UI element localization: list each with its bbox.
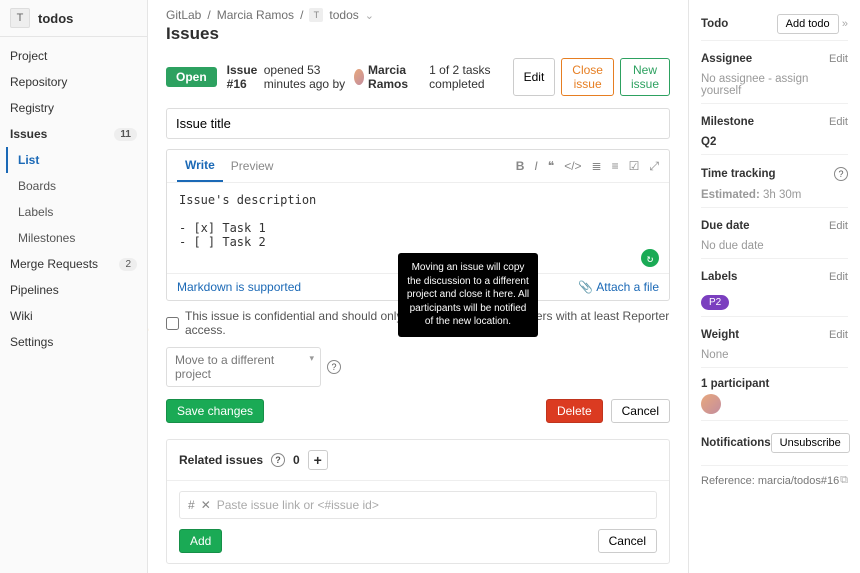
weight-label: Weight: [701, 329, 739, 341]
page-title: Issues: [166, 24, 670, 44]
editor-toolbar: B I ❝ </> ≣ ≡ ☑ ⤢: [516, 159, 659, 174]
crumb-user[interactable]: Marcia Ramos: [217, 8, 294, 22]
nav-project[interactable]: Project: [0, 43, 147, 69]
weight-edit[interactable]: Edit: [829, 329, 848, 341]
related-issues-panel: Related issues ? 0 + # ✕ Paste issue lin…: [166, 439, 670, 564]
task-icon[interactable]: ☑: [629, 159, 640, 174]
help-icon[interactable]: ?: [834, 167, 848, 181]
sidebar-header: T todos: [0, 0, 147, 37]
hash-icon: #: [188, 498, 195, 512]
weight-value: None: [701, 347, 848, 361]
nav-settings[interactable]: Settings: [0, 329, 147, 355]
issue-title-input[interactable]: [166, 108, 670, 139]
nav-repository[interactable]: Repository: [0, 69, 147, 95]
due-value: No due date: [701, 238, 848, 252]
right-sidebar: Todo Add todo » Assignee Edit No assignee…: [688, 0, 860, 573]
nav-issues-milestones[interactable]: Milestones: [8, 225, 147, 251]
edit-button[interactable]: Edit: [513, 58, 556, 96]
paperclip-icon: 📎: [578, 280, 593, 294]
tab-write[interactable]: Write: [177, 150, 223, 182]
related-input[interactable]: # ✕ Paste issue link or <#issue id>: [179, 491, 657, 519]
attach-file-link[interactable]: 📎 Attach a file: [578, 280, 659, 294]
nav-wiki[interactable]: Wiki: [0, 303, 147, 329]
author-avatar: [354, 69, 364, 85]
fullscreen-icon[interactable]: ⤢: [649, 159, 659, 174]
unsubscribe-button[interactable]: Unsubscribe: [771, 433, 850, 453]
participant-avatar[interactable]: [701, 394, 721, 414]
labels-label: Labels: [701, 271, 737, 283]
reference-value: marcia/todos#16: [758, 475, 839, 487]
crumb-project[interactable]: todos: [329, 8, 358, 22]
add-todo-button[interactable]: Add todo: [777, 14, 839, 34]
cancel-button[interactable]: Cancel: [611, 399, 670, 423]
form-actions: Save changes Delete Cancel: [166, 399, 670, 423]
participants-label: 1 participant: [701, 374, 848, 394]
milestone-value: Q2: [701, 134, 848, 148]
quote-icon[interactable]: ❝: [548, 159, 554, 174]
move-project-select[interactable]: Move to a different project: [166, 347, 321, 387]
nav-registry[interactable]: Registry: [0, 95, 147, 121]
related-title: Related issues: [179, 453, 263, 467]
nav-pipelines[interactable]: Pipelines: [0, 277, 147, 303]
nav-issues-labels[interactable]: Labels: [8, 199, 147, 225]
assignee-label: Assignee: [701, 53, 752, 65]
bold-icon[interactable]: B: [516, 159, 525, 174]
mr-count-badge: 2: [119, 258, 137, 271]
project-avatar: T: [10, 8, 30, 28]
related-count: 0: [293, 453, 300, 467]
collapse-icon[interactable]: »: [842, 18, 848, 30]
labels-edit[interactable]: Edit: [829, 271, 848, 283]
sidebar: T todos Project Repository Registry Issu…: [0, 0, 148, 573]
milestone-label: Milestone: [701, 116, 754, 128]
add-related-button[interactable]: +: [308, 450, 328, 470]
issue-header: Open Issue #16 opened 53 minutes ago by …: [166, 58, 670, 96]
help-icon[interactable]: ?: [327, 360, 341, 374]
move-tooltip: Moving an issue will copy the discussion…: [398, 253, 538, 337]
tracking-value: Estimated: 3h 30m: [701, 187, 848, 201]
issues-count-badge: 11: [114, 128, 137, 141]
status-badge: Open: [166, 67, 217, 87]
issue-meta: Issue #16 opened 53 minutes ago by Marci…: [227, 63, 503, 91]
milestone-edit[interactable]: Edit: [829, 116, 848, 128]
list-ul-icon[interactable]: ≣: [592, 159, 602, 174]
main-content: GitLab / Marcia Ramos / T todos ⌄ Issues…: [148, 0, 688, 573]
assignee-edit[interactable]: Edit: [829, 53, 848, 65]
due-label: Due date: [701, 220, 750, 232]
nav-issues-boards[interactable]: Boards: [8, 173, 147, 199]
breadcrumb: GitLab / Marcia Ramos / T todos ⌄: [166, 8, 670, 22]
chevron-down-icon[interactable]: ⌄: [365, 9, 374, 22]
clear-icon[interactable]: ✕: [201, 498, 211, 512]
move-row: Move to a different project ?: [166, 347, 670, 387]
delete-button[interactable]: Delete: [546, 399, 603, 423]
code-icon[interactable]: </>: [564, 159, 581, 174]
list-ol-icon[interactable]: ≡: [612, 159, 619, 174]
issues-subnav: List Boards Labels Milestones: [0, 147, 147, 251]
label-chip[interactable]: P2: [701, 295, 729, 310]
confidential-checkbox[interactable]: [166, 317, 179, 330]
copy-icon[interactable]: ⧉: [840, 474, 848, 487]
crumb-gitlab[interactable]: GitLab: [166, 8, 201, 22]
help-icon[interactable]: ?: [271, 453, 285, 467]
tab-preview[interactable]: Preview: [223, 151, 282, 181]
tracking-label: Time tracking: [701, 168, 776, 180]
nav-issues-list[interactable]: List: [6, 147, 147, 173]
refresh-icon[interactable]: ↻: [641, 249, 659, 267]
italic-icon[interactable]: I: [534, 159, 537, 174]
due-edit[interactable]: Edit: [829, 220, 848, 232]
markdown-link[interactable]: Markdown is supported: [177, 280, 301, 294]
project-name: todos: [38, 11, 73, 26]
save-button[interactable]: Save changes: [166, 399, 264, 423]
related-add-button[interactable]: Add: [179, 529, 222, 553]
new-issue-button[interactable]: New issue: [620, 58, 670, 96]
notifications-label: Notifications: [701, 437, 771, 449]
assignee-value[interactable]: No assignee - assign yourself: [701, 71, 848, 97]
related-cancel-button[interactable]: Cancel: [598, 529, 657, 553]
nav-merge-requests[interactable]: Merge Requests 2: [0, 251, 147, 277]
sidebar-nav: Project Repository Registry Issues 11 Li…: [0, 37, 147, 361]
todo-label: Todo: [701, 18, 728, 30]
nav-issues[interactable]: Issues 11: [0, 121, 147, 147]
close-issue-button[interactable]: Close issue: [561, 58, 614, 96]
crumb-project-icon: T: [309, 8, 323, 22]
